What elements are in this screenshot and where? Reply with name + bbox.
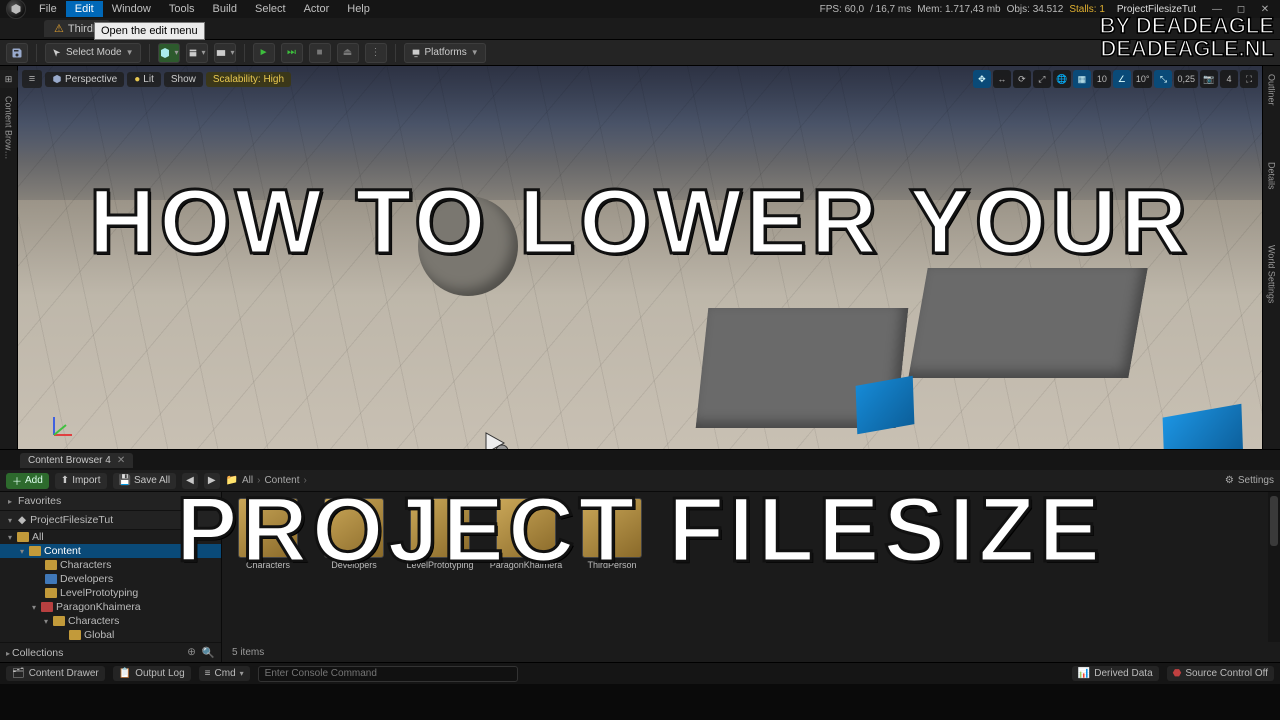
scene-cube <box>856 376 915 435</box>
ue-logo[interactable] <box>6 0 26 19</box>
collections-section[interactable]: Collections <box>6 647 63 659</box>
right-rail: Outliner Details World Settings <box>1262 66 1280 449</box>
menu-window[interactable]: Window <box>103 1 160 17</box>
folder-icon <box>45 560 57 570</box>
angle-snap-value[interactable]: 10° <box>1133 70 1153 88</box>
left-rail: ⊞ Content Brow… <box>0 66 18 449</box>
select-mode-button[interactable]: Select Mode ▼ <box>45 43 141 63</box>
transform-select-icon[interactable]: ✥ <box>973 70 991 88</box>
tree-item[interactable]: ParagonKhaimera <box>0 600 221 614</box>
viewport-max-icon[interactable]: ⛶ <box>1240 70 1258 88</box>
chevron-down-icon: ▼ <box>126 48 134 57</box>
coord-space-icon[interactable]: 🌐 <box>1053 70 1071 88</box>
angle-snap-icon[interactable]: ∠ <box>1113 70 1131 88</box>
menu-build[interactable]: Build <box>204 1 246 17</box>
gear-icon: ⚙ <box>1225 475 1234 486</box>
folder-icon <box>69 630 81 640</box>
step-button[interactable]: ⏭ <box>281 43 303 63</box>
menu-file[interactable]: File <box>30 1 66 17</box>
footer-strip <box>0 684 1280 720</box>
viewport-controls-left: ≡ Perspective ●Lit Show Scalability: Hig… <box>22 70 291 88</box>
scrollbar[interactable] <box>1268 492 1280 642</box>
save-all-button[interactable]: 💾 Save All <box>113 473 177 489</box>
viewport-controls-right: ✥ ↔ ⟳ ⤢ 🌐 ▦ 10 ∠ 10° ⤡ 0,25 📷 4 ⛶ <box>973 70 1258 88</box>
perspective-button[interactable]: Perspective <box>45 72 124 87</box>
content-drawer-button[interactable]: 🗂 Content Drawer <box>6 666 105 681</box>
transform-scale-icon[interactable]: ⤢ <box>1033 70 1051 88</box>
close-icon[interactable]: ✕ <box>117 455 125 466</box>
menu-edit[interactable]: Edit <box>66 1 103 17</box>
axis-gizmo <box>48 411 78 441</box>
source-control-button[interactable]: ⬣ Source Control Off <box>1167 666 1274 681</box>
menu-help[interactable]: Help <box>338 1 379 17</box>
transform-rotate-icon[interactable]: ⟳ <box>1013 70 1031 88</box>
menu-tooltip: Open the edit menu <box>94 22 205 40</box>
scale-snap-icon[interactable]: ⤡ <box>1154 70 1172 88</box>
cmd-button[interactable]: ≡ Cmd ▾ <box>199 666 250 681</box>
tree-item[interactable]: Characters <box>0 614 221 628</box>
rail-details[interactable]: Details <box>1267 158 1277 194</box>
stat-mem: Mem: 1.717,43 mb <box>917 4 1000 15</box>
add-content-button[interactable]: ▾ <box>158 43 180 63</box>
folder-icon <box>41 602 53 612</box>
folder-icon <box>45 574 57 584</box>
select-mode-label: Select Mode <box>66 47 122 58</box>
stop-button[interactable]: ■ <box>309 43 331 63</box>
stat-fps: FPS: 60,0 <box>820 4 864 15</box>
scalability-button[interactable]: Scalability: High <box>206 72 291 87</box>
status-bar: 🗂 Content Drawer 📋 Output Log ≡ Cmd ▾ 📊 … <box>0 662 1280 684</box>
rail-content-browser[interactable]: Content Brow… <box>4 92 14 164</box>
show-button[interactable]: Show <box>164 72 203 87</box>
menu-tools[interactable]: Tools <box>160 1 204 17</box>
cinematics-button[interactable]: ▾ <box>214 43 236 63</box>
ue-mini-icon: ◆ <box>18 514 26 526</box>
watermark: BY DEADEAGLE DEADEAGLE.NL <box>1100 14 1274 60</box>
rail-world-settings[interactable]: World Settings <box>1267 241 1277 307</box>
asset-count: 5 items <box>232 647 264 658</box>
overlay-title-line2: PROJECT FILESIZE <box>176 478 1104 583</box>
rail-dock-icon[interactable]: ⊞ <box>0 70 19 88</box>
scale-snap-value[interactable]: 0,25 <box>1174 70 1198 88</box>
warning-icon: ⚠ <box>54 22 64 35</box>
platforms-label: Platforms <box>425 47 467 58</box>
lit-button[interactable]: ●Lit <box>127 72 161 87</box>
folder-icon <box>17 532 29 542</box>
import-button[interactable]: ⬆ Import <box>55 473 107 489</box>
menu-bar: FileEditWindowToolsBuildSelectActorHelp … <box>0 0 1280 18</box>
grid-snap-icon[interactable]: ▦ <box>1073 70 1091 88</box>
add-collection-icon[interactable]: ⊕ <box>187 646 196 659</box>
main-toolbar: Select Mode ▼ ▾ ▾ ▾ ► ⏭ ■ ⏏ ⋮ Platforms … <box>0 40 1280 66</box>
platforms-button[interactable]: Platforms ▼ <box>404 43 486 63</box>
play-options-button[interactable]: ⋮ <box>365 43 387 63</box>
camera-speed-icon[interactable]: 📷 <box>1200 70 1218 88</box>
stat-objs: Objs: 34.512 <box>1007 4 1064 15</box>
transform-move-icon[interactable]: ↔ <box>993 70 1011 88</box>
eject-button[interactable]: ⏏ <box>337 43 359 63</box>
marketplace-button[interactable]: ▾ <box>186 43 208 63</box>
tree-item[interactable]: Global <box>0 628 221 642</box>
rail-outliner[interactable]: Outliner <box>1267 70 1277 110</box>
output-log-button[interactable]: 📋 Output Log <box>113 666 191 681</box>
grid-snap-value[interactable]: 10 <box>1093 70 1111 88</box>
console-input[interactable] <box>258 666 518 682</box>
folder-icon <box>53 616 65 626</box>
stat-ms: / 16,7 ms <box>870 4 911 15</box>
viewport-menu-icon[interactable]: ≡ <box>22 70 42 88</box>
save-button[interactable] <box>6 43 28 63</box>
menu-select[interactable]: Select <box>246 1 295 17</box>
overlay-title-line1: HOW TO LOWER YOUR <box>89 170 1191 275</box>
derived-data-button[interactable]: 📊 Derived Data <box>1072 666 1159 681</box>
search-icon[interactable]: 🔍 <box>202 646 215 659</box>
content-browser-tab[interactable]: Content Browser 4 ✕ <box>20 453 133 468</box>
menu-actor[interactable]: Actor <box>295 1 339 17</box>
settings-button[interactable]: ⚙ Settings <box>1225 475 1274 486</box>
add-button[interactable]: ＋ Add <box>6 473 49 489</box>
play-button[interactable]: ► <box>253 43 275 63</box>
folder-icon <box>45 588 57 598</box>
folder-icon <box>29 546 41 556</box>
camera-speed-value[interactable]: 4 <box>1220 70 1238 88</box>
tree-item[interactable]: LevelPrototyping <box>0 586 221 600</box>
player-start-gizmo[interactable] <box>482 431 510 449</box>
